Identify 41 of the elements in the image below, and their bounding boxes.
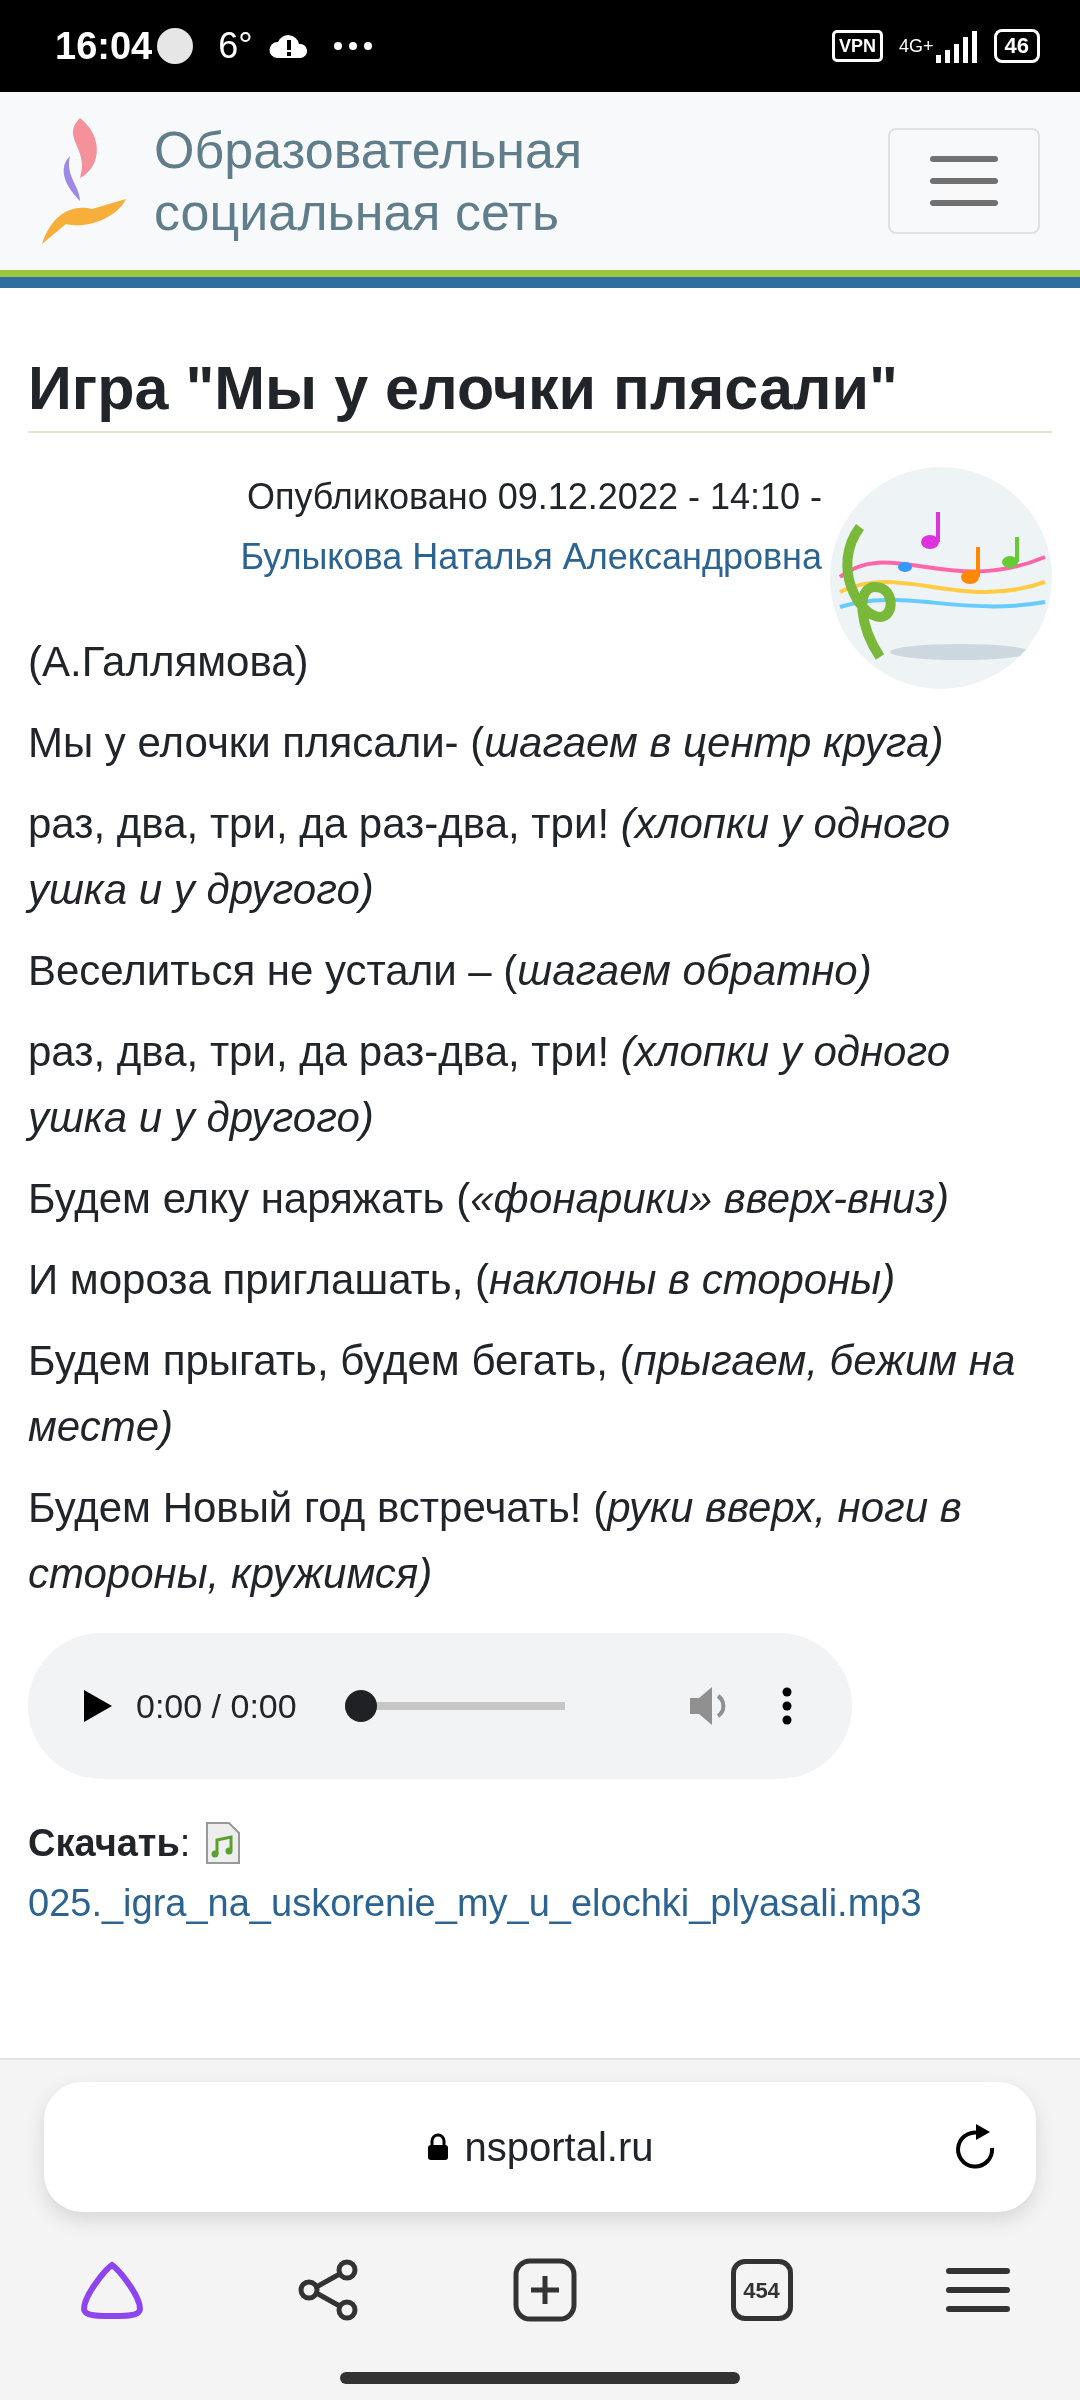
more-options-button[interactable] [782, 1687, 792, 1726]
lock-icon [426, 2133, 449, 2161]
file-download-link[interactable]: 025._igra_na_uskorenie_my_u_elochki_plyasali.mp3 [28, 1882, 922, 1925]
more-vertical-icon [782, 1687, 792, 1726]
clock: 16:04 [55, 23, 153, 69]
menu-button[interactable] [946, 2268, 1010, 2312]
menu-icon [930, 156, 998, 206]
playback-time: 0:00 / 0:00 [136, 1685, 297, 1727]
address-bar[interactable]: nsportal.ru [44, 2082, 1036, 2212]
signal-icon [933, 29, 978, 63]
url-text: nsportal.ru [464, 2124, 654, 2171]
share-icon [297, 2259, 360, 2321]
network-type: 4G+ [899, 37, 934, 55]
download-label: Скачать: [28, 1821, 191, 1867]
battery-level: 46 [993, 29, 1040, 63]
temperature: 6° [218, 24, 253, 68]
triangle-icon [80, 2261, 144, 2319]
record-dot-icon [156, 27, 195, 65]
menu-icon [946, 2268, 1010, 2312]
share-button[interactable] [297, 2259, 360, 2321]
lyric-line: Будем елку наряжать («фонарики» вверх-вниз) [28, 1174, 950, 1225]
audio-file-icon [206, 1822, 241, 1865]
more-icon [332, 41, 373, 51]
play-button[interactable] [84, 1690, 112, 1723]
new-tab-button[interactable] [513, 2258, 577, 2322]
publish-date: Опубликовано 09.12.2022 - 14:10 - [245, 475, 822, 520]
article-title: Игра "Мы у елочки плясали" [28, 352, 1052, 434]
cloud-alert-icon [268, 32, 309, 60]
tabs-button[interactable]: 454 [730, 2259, 793, 2321]
lyric-line: Веселиться не устали – (шагаем обратно) [28, 946, 873, 997]
plus-icon [513, 2258, 577, 2322]
seek-thumb[interactable] [344, 1690, 377, 1723]
lyric-line: Будем Новый год встречать! (руки вверх, ноги в стороны, кружимся) [28, 1483, 963, 1600]
lyric-line: (А.Галлямова) [28, 637, 310, 688]
lyric-line: Будем прыгать, будем бегать, (прыгаем, бежим на месте) [28, 1336, 1017, 1453]
lyric-line: Мы у елочки плясали- (шагаем в центр круга) [28, 718, 945, 769]
author-link[interactable]: Булыкова Наталья Александровна [240, 536, 822, 578]
lyric-line: И мороза приглашать, (наклоны в стороны) [28, 1255, 897, 1306]
assistant-button[interactable] [80, 2261, 144, 2319]
vpn-indicator: VPN [831, 30, 883, 62]
play-icon [84, 1690, 112, 1723]
